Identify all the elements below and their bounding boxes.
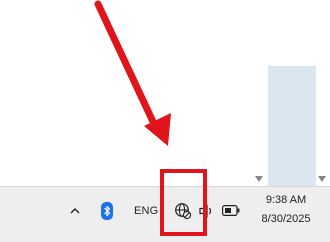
- clock-date: 8/30/2025: [261, 213, 311, 225]
- highlight-rectangle: [160, 169, 207, 236]
- chevron-up-icon[interactable]: [68, 205, 82, 217]
- scroll-panel: [268, 66, 316, 186]
- bluetooth-icon[interactable]: [101, 202, 113, 220]
- scroll-down-arrow-icon[interactable]: [318, 176, 326, 182]
- clock-time: 9:38 AM: [265, 194, 307, 206]
- scroll-down-arrow-icon[interactable]: [255, 176, 263, 182]
- battery-icon[interactable]: [222, 205, 240, 216]
- language-indicator[interactable]: ENG: [134, 205, 158, 217]
- taskbar-clock[interactable]: 9:38 AM 8/30/2025: [255, 193, 317, 227]
